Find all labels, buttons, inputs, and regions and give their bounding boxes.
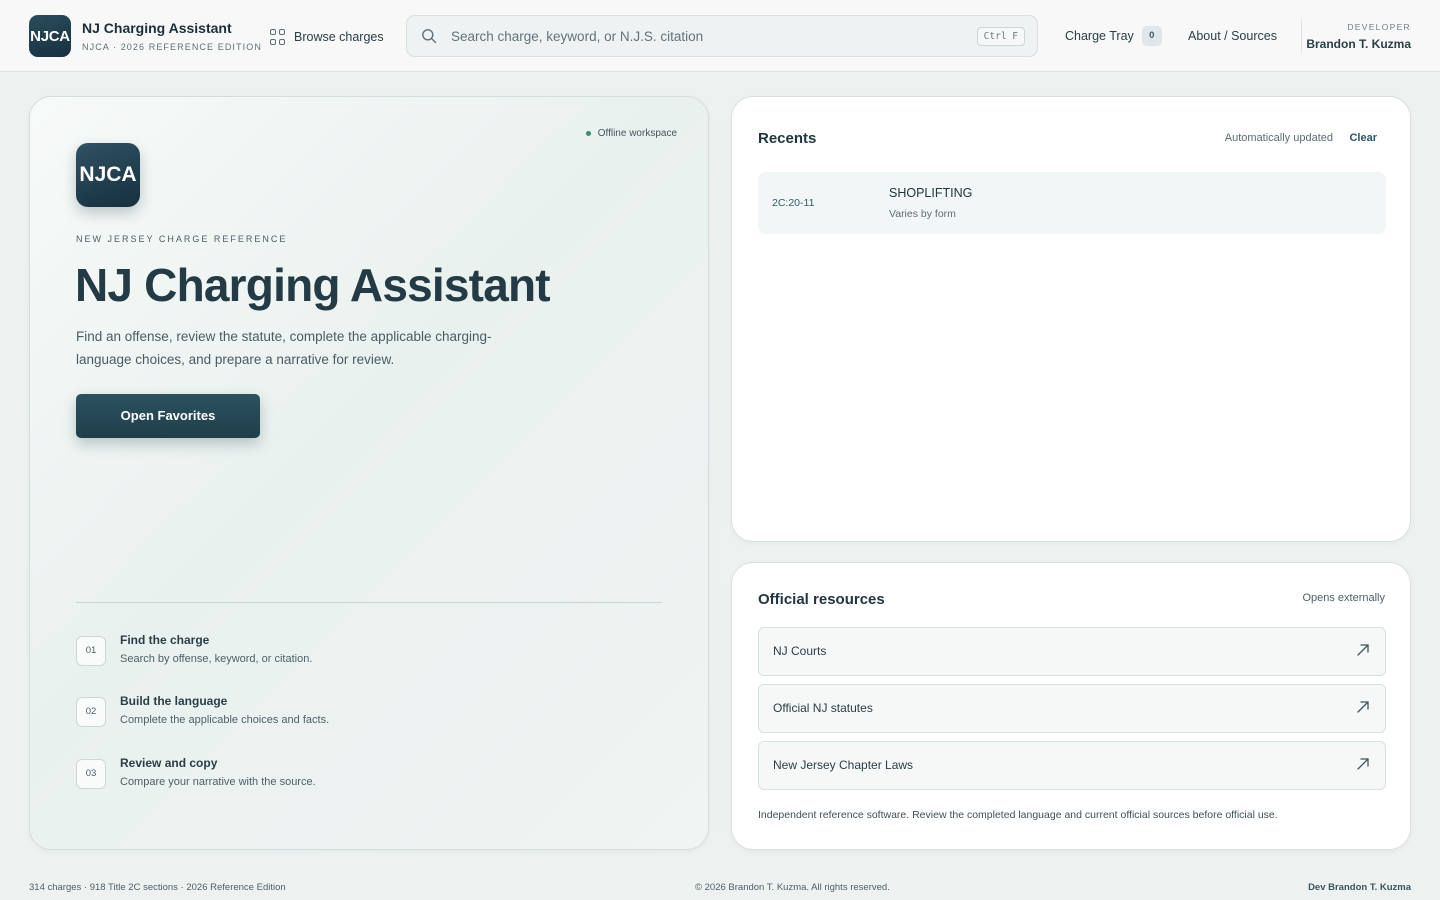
clear-recents-button[interactable]: Clear bbox=[1349, 132, 1377, 144]
step-description: Compare your narrative with the source. bbox=[120, 776, 316, 788]
step-item: 01 Find the charge Search by offense, ke… bbox=[76, 633, 476, 673]
step-description: Search by offense, keyword, or citation. bbox=[120, 653, 313, 665]
hero-eyebrow: NEW JERSEY CHARGE REFERENCE bbox=[76, 234, 288, 244]
header-divider bbox=[1301, 20, 1302, 52]
status-dot-icon bbox=[585, 131, 591, 136]
step-description: Complete the applicable choices and fact… bbox=[120, 714, 330, 726]
top-bar: NJCA NJ Charging Assistant NJCA · 2026 R… bbox=[0, 0, 1440, 72]
resource-link-nj-statutes[interactable]: Official NJ statutes bbox=[758, 684, 1386, 733]
external-link-icon bbox=[1357, 701, 1369, 713]
recents-auto-label: Automatically updated bbox=[1224, 132, 1333, 144]
search-input[interactable] bbox=[451, 24, 951, 48]
developer-label: DEVELOPER bbox=[1347, 22, 1411, 32]
charge-tray-label: Charge Tray bbox=[1065, 29, 1134, 43]
hero-description: Find an offense, review the statute, com… bbox=[76, 329, 492, 367]
footer-credit: Dev Brandon T. Kuzma bbox=[1308, 882, 1411, 893]
step-item: 03 Review and copy Compare your narrativ… bbox=[76, 756, 476, 796]
charge-tray-count-badge: 0 bbox=[1141, 26, 1162, 46]
footer: 314 charges · 918 Title 2C sections · 20… bbox=[0, 874, 1440, 900]
browse-charges-button[interactable]: Browse charges bbox=[270, 27, 384, 47]
step-number: 01 bbox=[76, 636, 106, 666]
about-sources-link[interactable]: About / Sources bbox=[1188, 29, 1277, 43]
developer-name: Brandon T. Kuzma bbox=[1306, 37, 1411, 51]
step-number: 02 bbox=[76, 697, 106, 727]
recent-charge-citation: 2C:20-11 bbox=[772, 197, 815, 209]
step-item: 02 Build the language Complete the appli… bbox=[76, 694, 476, 734]
hero-divider bbox=[76, 602, 662, 603]
search-icon bbox=[422, 29, 437, 44]
opens-externally-label: Opens externally bbox=[1302, 592, 1385, 604]
browse-charges-label: Browse charges bbox=[294, 30, 384, 44]
footer-copyright: © 2026 Brandon T. Kuzma. All rights rese… bbox=[695, 882, 890, 893]
hero-card: Offline workspace NJCA NEW JERSEY CHARGE… bbox=[29, 96, 709, 850]
charge-tray-button[interactable]: Charge Tray 0 bbox=[1065, 26, 1162, 46]
resources-title: Official resources bbox=[758, 591, 885, 608]
offline-status: Offline workspace bbox=[585, 128, 677, 139]
footer-stats: 314 charges · 918 Title 2C sections · 20… bbox=[29, 882, 286, 893]
step-title: Find the charge bbox=[120, 633, 210, 647]
external-link-icon bbox=[1357, 758, 1369, 770]
resources-disclaimer: Independent reference software. Review t… bbox=[758, 809, 1278, 821]
step-number: 03 bbox=[76, 759, 106, 789]
search-shortcut-hint: Ctrl F bbox=[976, 27, 1025, 46]
recent-charge-grade: Varies by form bbox=[889, 208, 956, 220]
step-title: Build the language bbox=[120, 694, 228, 708]
hero-title: NJ Charging Assistant bbox=[75, 259, 551, 311]
resource-link-label: NJ Courts bbox=[773, 644, 827, 658]
app-edition: NJCA · 2026 REFERENCE EDITION bbox=[82, 42, 262, 52]
hero-logo: NJCA bbox=[76, 143, 140, 207]
official-resources-card: Official resources Opens externally NJ C… bbox=[731, 562, 1411, 850]
resource-link-label: New Jersey Chapter Laws bbox=[773, 758, 914, 772]
resource-link-chapter-laws[interactable]: New Jersey Chapter Laws bbox=[758, 741, 1386, 790]
app-name: NJ Charging Assistant bbox=[82, 20, 232, 36]
app-logo[interactable]: NJCA bbox=[29, 15, 71, 57]
step-title: Review and copy bbox=[120, 756, 218, 770]
offline-status-label: Offline workspace bbox=[597, 128, 677, 139]
resource-link-nj-courts[interactable]: NJ Courts bbox=[758, 627, 1386, 676]
recents-card: Recents Automatically updated Clear 2C:2… bbox=[731, 96, 1411, 542]
recent-charge-item[interactable]: 2C:20-11 SHOPLIFTING Varies by form bbox=[758, 172, 1386, 234]
recents-title: Recents bbox=[758, 130, 817, 147]
open-favorites-button[interactable]: Open Favorites bbox=[76, 394, 260, 438]
grid-icon bbox=[270, 29, 286, 45]
external-link-icon bbox=[1357, 644, 1369, 656]
recent-charge-name: SHOPLIFTING bbox=[889, 186, 973, 200]
resource-link-label: Official NJ statutes bbox=[773, 701, 873, 715]
search-bar: Ctrl F bbox=[406, 15, 1038, 57]
